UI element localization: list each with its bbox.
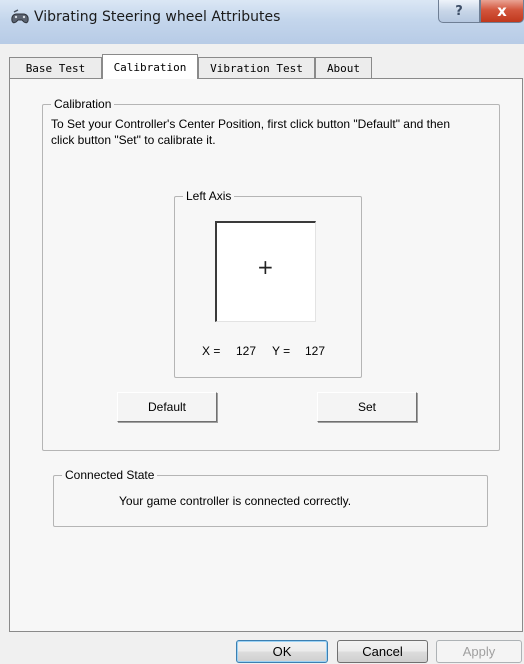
- help-button[interactable]: ?: [438, 0, 480, 23]
- calibration-instructions: To Set your Controller's Center Position…: [51, 117, 450, 147]
- help-icon: ?: [455, 3, 463, 19]
- tab-about[interactable]: About: [315, 57, 372, 78]
- tab-base-test[interactable]: Base Test: [9, 57, 102, 78]
- connection-status-message: Your game controller is connected correc…: [119, 494, 352, 508]
- close-button[interactable]: x: [480, 0, 524, 23]
- game-controller-icon: [10, 9, 30, 27]
- x-value: 127: [236, 344, 257, 358]
- crosshair-icon: +: [257, 255, 274, 279]
- close-icon: x: [497, 2, 507, 20]
- title-bar[interactable]: Vibrating Steering wheel Attributes ? x: [0, 0, 524, 44]
- ok-button[interactable]: OK: [236, 640, 328, 663]
- default-button[interactable]: Default: [117, 392, 217, 422]
- apply-button[interactable]: Apply: [436, 640, 522, 663]
- left-axis-legend: Left Axis: [183, 189, 235, 203]
- tab-vibration-test[interactable]: Vibration Test: [198, 57, 315, 78]
- calibration-legend: Calibration: [51, 97, 115, 111]
- x-label: X =: [202, 344, 221, 358]
- axis-position-display: +: [215, 221, 316, 322]
- cancel-button[interactable]: Cancel: [337, 640, 428, 663]
- tab-calibration[interactable]: Calibration: [102, 54, 198, 79]
- connected-state-legend: Connected State: [62, 468, 158, 482]
- y-value: 127: [305, 344, 326, 358]
- y-label: Y =: [272, 344, 291, 358]
- window-title: Vibrating Steering wheel Attributes: [34, 9, 281, 25]
- set-button[interactable]: Set: [317, 392, 417, 422]
